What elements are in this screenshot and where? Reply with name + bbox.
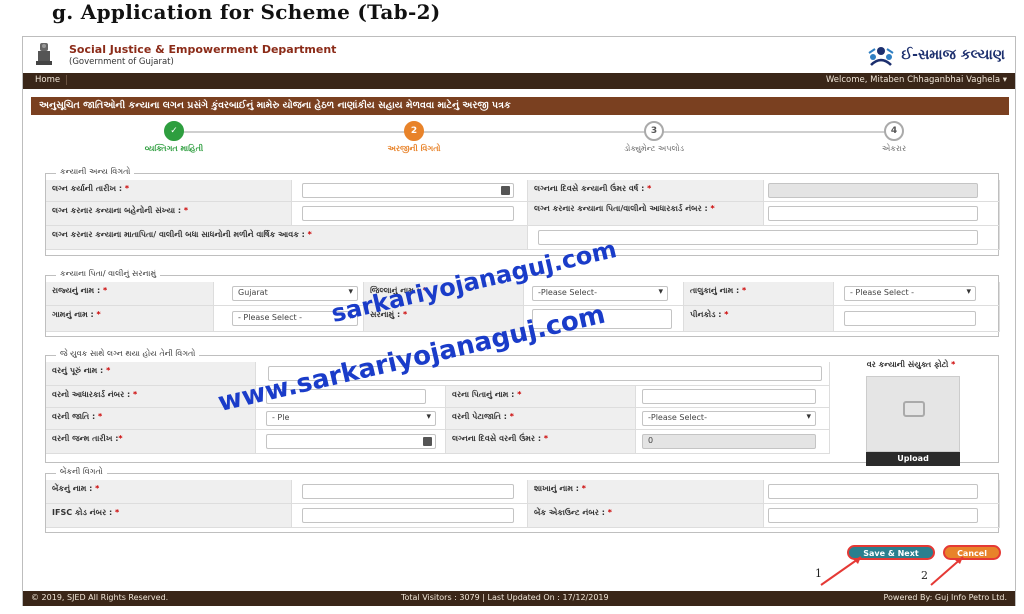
footer-copyright: © 2019, SJED All Rights Reserved. — [31, 593, 169, 602]
marriage-date-cell — [292, 180, 528, 202]
groom-age-label: લગ્નના દિવસે વરની ઉંમર : * — [446, 430, 636, 454]
step-4-number: 4 — [884, 121, 904, 141]
father-aadhaar-cell — [764, 202, 1000, 226]
step-4-label: એકરાર — [881, 144, 907, 153]
ifsc-cell — [292, 504, 528, 528]
father-aadhaar-label: લગ્ન કરનાર કન્યાના પિતા/વાલીનો આધારકાર્ડ… — [528, 202, 764, 226]
document-heading: g. Application for Scheme (Tab-2) — [52, 0, 441, 24]
marker-2: 2 — [921, 569, 928, 582]
bank-name-label: બેંકનું નામ : * — [46, 480, 292, 504]
ifsc-label: IFSC કોડ નંબર : * — [46, 504, 292, 528]
step-3[interactable]: 3 ડોક્યુમેન્ટ અપલોડ — [584, 121, 724, 154]
bank-details-legend: બેંકની વિગતો — [56, 467, 107, 477]
joint-photo-label: વર કન્યાની સંયુક્ત ફોટો * — [866, 360, 956, 369]
branch-label: શાખાનું નામ : * — [528, 480, 764, 504]
groom-name-label: વરનું પૂરું નામ : * — [46, 362, 256, 386]
groom-dob-label: વરની જન્મ તારીખ :* — [46, 430, 256, 454]
account-number-label: બેંક એકાઉન્ટ નંબર : * — [528, 504, 764, 528]
emblem-icon — [36, 43, 52, 65]
step-1[interactable]: ✓ વ્યક્તિગત માહિતી — [104, 121, 244, 154]
bride-details-section: કન્યાની અન્ય વિગતો લગ્ન કર્યાની તારીખ : … — [45, 167, 1000, 256]
wizard-steps: ✓ વ્યક્તિગત માહિતી 2 અરજીની વિગતો 3 ડોક્… — [31, 121, 1009, 161]
step-2-number: 2 — [404, 121, 424, 141]
footer-powered-by: Powered By: Guj Info Petro Ltd. — [883, 593, 1007, 602]
father-aadhaar-input[interactable] — [768, 206, 978, 221]
groom-father-label: વરના પિતાનું નામ : * — [446, 386, 636, 408]
groom-father-cell — [636, 386, 830, 408]
nav-home-link[interactable]: Home — [29, 75, 68, 85]
state-label: રાજ્યનું નામ : * — [46, 282, 214, 306]
groom-details-legend: જે યુવક સાથે લગ્ન થયા હોય તેની વિગતો — [56, 349, 200, 359]
upload-button[interactable]: Upload — [866, 452, 960, 466]
footer-visitors: Total Visitors : 3079 | Last Updated On … — [401, 593, 609, 602]
guardian-address-legend: કન્યાના પિતા/ વાલીનું સરનામું — [56, 269, 161, 279]
bride-age-label: લગ્નના દિવસે કન્યાની ઉંમર વર્ષ : * — [528, 180, 764, 202]
bride-details-legend: કન્યાની અન્ય વિગતો — [56, 167, 135, 177]
branch-input[interactable] — [768, 484, 978, 499]
user-menu[interactable]: Welcome, Mitaben Chhaganbhai Vaghela ▾ — [826, 75, 1007, 85]
bank-name-cell — [292, 480, 528, 504]
groom-dob-cell — [256, 430, 446, 454]
step-2[interactable]: 2 અરજીની વિગતો — [344, 121, 484, 154]
site-footer: © 2019, SJED All Rights Reserved. Total … — [23, 591, 1015, 606]
top-navbar: Home Welcome, Mitaben Chhaganbhai Vaghel… — [23, 73, 1015, 89]
step-3-label: ડોક્યુમેન્ટ અપલોડ — [624, 144, 684, 153]
taluka-cell: - Please Select - — [834, 282, 1000, 306]
annual-income-label: લગ્ન કરનાર કન્યાના માતાપિતા/ વાલીની બધા … — [46, 226, 528, 250]
district-cell: -Please Select- — [524, 282, 684, 306]
step-1-label: વ્યક્તિગત માહિતી — [144, 144, 204, 153]
bank-name-input[interactable] — [302, 484, 514, 499]
sisters-count-label: લગ્ન કરનાર કન્યાના બહેનોની સંખ્યા : * — [46, 202, 292, 226]
form-title-bar: અનુસૂચિત જાતિઓની કન્યાના લગન પ્રસંગે કું… — [31, 97, 1009, 115]
department-name: Social Justice & Empowerment Department — [69, 43, 337, 56]
site-header: Social Justice & Empowerment Department … — [23, 37, 1015, 73]
groom-details-section: જે યુવક સાથે લગ્ન થયા હોય તેની વિગતો વરન… — [45, 349, 999, 466]
sisters-count-cell — [292, 202, 528, 226]
bank-details-section: બેંકની વિગતો બેંકનું નામ : * શાખાનું નામ… — [45, 467, 1000, 533]
pincode-label: પીનકોડ : * — [684, 306, 834, 332]
groom-caste-cell: - Ple — [256, 408, 446, 430]
bride-age-cell — [764, 180, 1000, 202]
esamaj-brand: ઈ-સમાજ કલ્યાણ — [867, 41, 1005, 69]
pincode-input[interactable] — [844, 311, 976, 326]
esamaj-logo-icon — [868, 47, 894, 66]
calendar-icon[interactable] — [423, 437, 432, 446]
photo-placeholder — [866, 376, 960, 452]
groom-dob-input[interactable] — [266, 434, 436, 449]
marriage-date-label: લગ્ન કર્યાની તારીખ : * — [46, 180, 292, 202]
groom-caste-select[interactable]: - Ple — [266, 411, 436, 426]
step-1-check-icon: ✓ — [164, 121, 184, 141]
account-number-input[interactable] — [768, 508, 978, 523]
ifsc-input[interactable] — [302, 508, 514, 523]
groom-subcaste-select[interactable]: -Please Select- — [642, 411, 816, 426]
calendar-icon[interactable] — [501, 186, 510, 195]
groom-age-cell: 0 — [636, 430, 830, 454]
annotation-arrows — [820, 556, 964, 586]
step-2-label: અરજીની વિગતો — [387, 144, 441, 153]
groom-subcaste-label: વરની પેટાજાતિ : * — [446, 408, 636, 430]
groom-subcaste-cell: -Please Select- — [636, 408, 830, 430]
taluka-select[interactable]: - Please Select - — [844, 286, 976, 301]
step-3-number: 3 — [644, 121, 664, 141]
step-4[interactable]: 4 એકરાર — [824, 121, 964, 154]
pincode-cell — [834, 306, 1000, 332]
marker-1: 1 — [815, 567, 822, 580]
groom-father-input[interactable] — [642, 389, 816, 404]
taluka-label: તાલુકાનું નામ : * — [684, 282, 834, 306]
sisters-count-input[interactable] — [302, 206, 514, 221]
branch-cell — [764, 480, 1000, 504]
step-connector-line — [174, 131, 894, 133]
village-label: ગામનું નામ : * — [46, 306, 214, 332]
esamaj-brand-text: ઈ-સમાજ કલ્યાણ — [901, 47, 1005, 63]
camera-icon — [903, 401, 925, 417]
groom-age-input: 0 — [642, 434, 816, 449]
marriage-date-input[interactable] — [302, 183, 514, 198]
account-number-cell — [764, 504, 1000, 528]
department-subtitle: (Government of Gujarat) — [69, 57, 174, 67]
bride-age-input — [768, 183, 978, 198]
